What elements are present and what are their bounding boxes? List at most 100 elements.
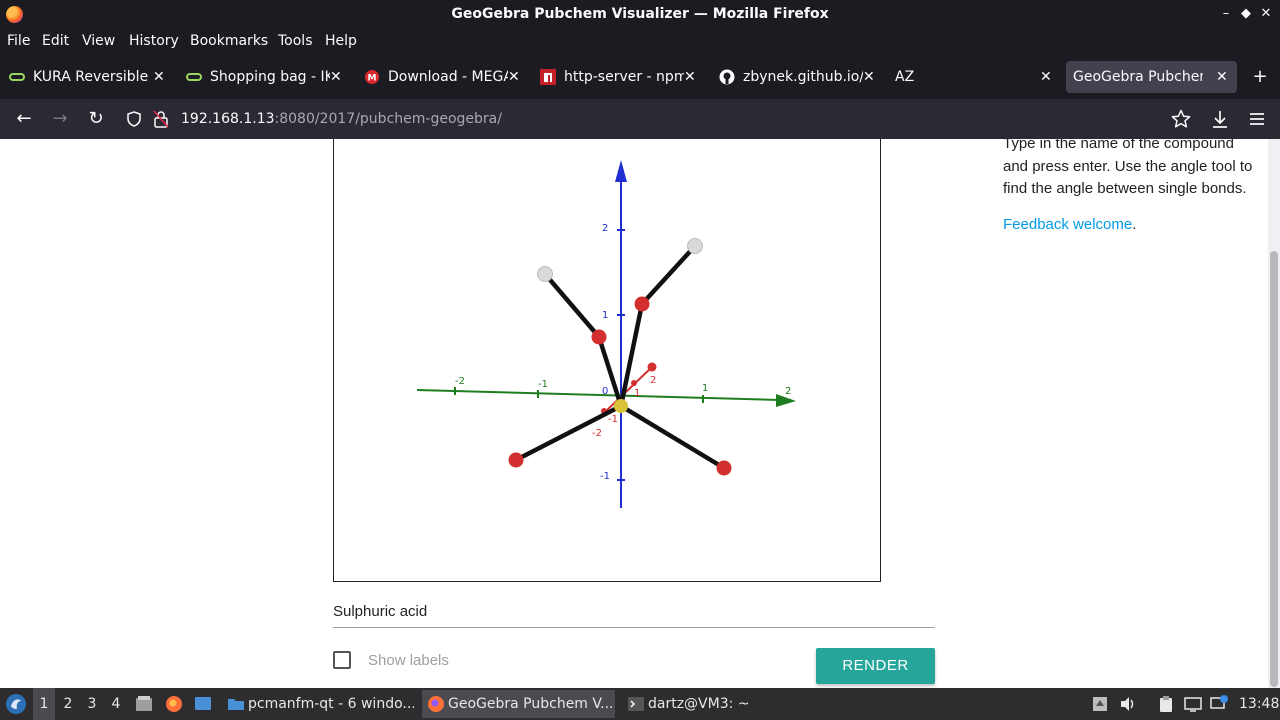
- hamburger-menu-icon[interactable]: [1247, 109, 1267, 129]
- tab-label: GeoGebra Pubchem V: [1073, 69, 1203, 85]
- tab-label: AZ: [895, 69, 915, 85]
- tab-kura[interactable]: KURA Reversible b ✕: [9, 61, 169, 93]
- tab-strip: KURA Reversible b ✕ Shopping bag - IKI ✕…: [0, 55, 1280, 99]
- volume-icon[interactable]: [1119, 695, 1137, 713]
- new-tab-icon[interactable]: +: [1248, 65, 1272, 89]
- folder-icon: [228, 699, 244, 710]
- minimize-icon[interactable]: –: [1218, 5, 1234, 23]
- page-scrollbar[interactable]: [1268, 139, 1280, 688]
- file-manager-icon[interactable]: [135, 695, 153, 713]
- menu-view[interactable]: View: [82, 33, 115, 49]
- reload-icon[interactable]: ↻: [84, 107, 108, 131]
- github-icon: [719, 69, 735, 85]
- tab-label: zbynek.github.io/i: [743, 69, 863, 85]
- tab-close-icon[interactable]: ✕: [330, 61, 344, 93]
- tab-label: KURA Reversible b: [33, 69, 153, 85]
- svg-text:M: M: [368, 74, 377, 84]
- star-bookmark-icon[interactable]: [1171, 109, 1191, 129]
- taskbar: 1 2 3 4 pcmanfm-qt - 6 windo... GeoGebra…: [0, 688, 1280, 720]
- tab-close-icon[interactable]: ✕: [1216, 61, 1230, 93]
- tab-az[interactable]: AZ ✕: [895, 61, 1057, 93]
- window-titlebar: GeoGebra Pubchem Visualizer — Mozilla Fi…: [0, 0, 1280, 29]
- y-tick-label: 2: [650, 375, 656, 386]
- menu-history[interactable]: History: [129, 33, 179, 49]
- workspace-2[interactable]: 2: [57, 688, 79, 720]
- restore-icon[interactable]: ◆: [1238, 5, 1254, 23]
- y-axis-end-point: [647, 362, 657, 372]
- hydrogen-atom[interactable]: [537, 266, 553, 282]
- tab-github[interactable]: zbynek.github.io/i ✕: [719, 61, 879, 93]
- forward-icon[interactable]: →: [48, 107, 72, 131]
- origin-label: 0: [602, 386, 608, 397]
- oxygen-atom[interactable]: [634, 296, 650, 312]
- feedback-link[interactable]: Feedback welcome: [1003, 216, 1132, 233]
- close-window-icon[interactable]: ✕: [1258, 5, 1274, 23]
- render-button[interactable]: RENDER: [816, 648, 935, 684]
- display-icon[interactable]: [1184, 695, 1202, 713]
- bond-s-o[interactable]: [618, 403, 727, 471]
- bond-o-h[interactable]: [542, 271, 602, 340]
- insecure-lock-icon[interactable]: [153, 110, 169, 128]
- bond-o-h[interactable]: [639, 243, 698, 307]
- menu-file[interactable]: File: [7, 33, 30, 49]
- menu-tools[interactable]: Tools: [278, 33, 313, 49]
- back-icon[interactable]: ←: [12, 107, 36, 131]
- molecule-graph[interactable]: 2 1 -1 -2 -1 0 1 2 2 1 -1 -2: [334, 139, 882, 583]
- oxygen-atom[interactable]: [508, 452, 524, 468]
- y-axis-point: [631, 380, 637, 386]
- task-label: pcmanfm-qt - 6 windo...: [248, 696, 414, 712]
- tab-label: Shopping bag - IKI: [210, 69, 330, 85]
- tab-npm[interactable]: http-server - npm ✕: [540, 61, 700, 93]
- show-labels-label[interactable]: Show labels: [368, 652, 449, 669]
- workspace-1[interactable]: 1: [33, 688, 55, 720]
- url-text[interactable]: 192.168.1.13:8080/2017/pubchem-geogebra/: [181, 111, 502, 127]
- firefox-launcher-icon[interactable]: [165, 695, 183, 713]
- clock[interactable]: 13:48: [1239, 688, 1279, 720]
- menu-bookmarks[interactable]: Bookmarks: [190, 33, 268, 49]
- z-tick-label: -1: [600, 471, 610, 482]
- link-icon: [9, 73, 25, 81]
- desktop-icon[interactable]: [194, 695, 212, 713]
- clipboard-icon[interactable]: [1157, 695, 1175, 713]
- hydrogen-atom[interactable]: [687, 238, 703, 254]
- workspace-4[interactable]: 4: [105, 688, 127, 720]
- geogebra-3d-view[interactable]: 2 1 -1 -2 -1 0 1 2 2 1 -1 -2: [333, 139, 881, 582]
- task-label: dartz@VM3: ~: [648, 696, 750, 712]
- oxygen-atom[interactable]: [716, 460, 732, 476]
- bond-s-o[interactable]: [513, 403, 624, 463]
- z-axis-arrow-icon: [615, 160, 627, 182]
- menu-help[interactable]: Help: [325, 33, 357, 49]
- compound-name-input[interactable]: [333, 595, 935, 628]
- page-content: 2 1 -1 -2 -1 0 1 2 2 1 -1 -2 Sulphuric a…: [0, 139, 1268, 688]
- task-firefox[interactable]: GeoGebra Pubchem V...: [422, 690, 615, 718]
- menu-edit[interactable]: Edit: [42, 33, 69, 49]
- tab-mega[interactable]: M Download - MEGA ✕: [364, 61, 524, 93]
- task-pcmanfm[interactable]: pcmanfm-qt - 6 windo...: [222, 690, 414, 718]
- workspace-3[interactable]: 3: [81, 688, 103, 720]
- network-icon[interactable]: [1210, 695, 1228, 713]
- feedback-line: Feedback welcome.: [1003, 216, 1136, 233]
- show-labels-checkbox[interactable]: [333, 651, 351, 669]
- x-tick-label: 1: [702, 383, 708, 394]
- z-tick-label: 2: [602, 223, 608, 234]
- tab-close-icon[interactable]: ✕: [153, 61, 167, 93]
- task-terminal[interactable]: dartz@VM3: ~: [622, 690, 812, 718]
- url-host: 192.168.1.13: [181, 111, 275, 127]
- tab-label: Download - MEGA: [388, 69, 508, 85]
- navigation-bar: ← → ↻ 192.168.1.13:8080/2017/pubchem-geo…: [0, 99, 1280, 139]
- tab-shopping-bag[interactable]: Shopping bag - IKI ✕: [186, 61, 346, 93]
- link-icon: [186, 73, 202, 81]
- start-menu-icon[interactable]: [5, 693, 27, 715]
- download-icon[interactable]: [1210, 109, 1230, 129]
- oxygen-atom[interactable]: [591, 329, 607, 345]
- tray-notes-icon[interactable]: [1091, 695, 1109, 713]
- url-bar[interactable]: 192.168.1.13:8080/2017/pubchem-geogebra/: [120, 104, 1205, 134]
- tab-close-icon[interactable]: ✕: [1040, 61, 1054, 93]
- tab-close-icon[interactable]: ✕: [508, 61, 522, 93]
- sulfur-atom[interactable]: [614, 399, 628, 413]
- tab-close-icon[interactable]: ✕: [863, 61, 877, 93]
- tab-geogebra-pubchem[interactable]: GeoGebra Pubchem V ✕: [1066, 61, 1237, 93]
- shield-icon[interactable]: [126, 111, 142, 127]
- scrollbar-thumb[interactable]: [1270, 251, 1278, 687]
- tab-close-icon[interactable]: ✕: [684, 61, 698, 93]
